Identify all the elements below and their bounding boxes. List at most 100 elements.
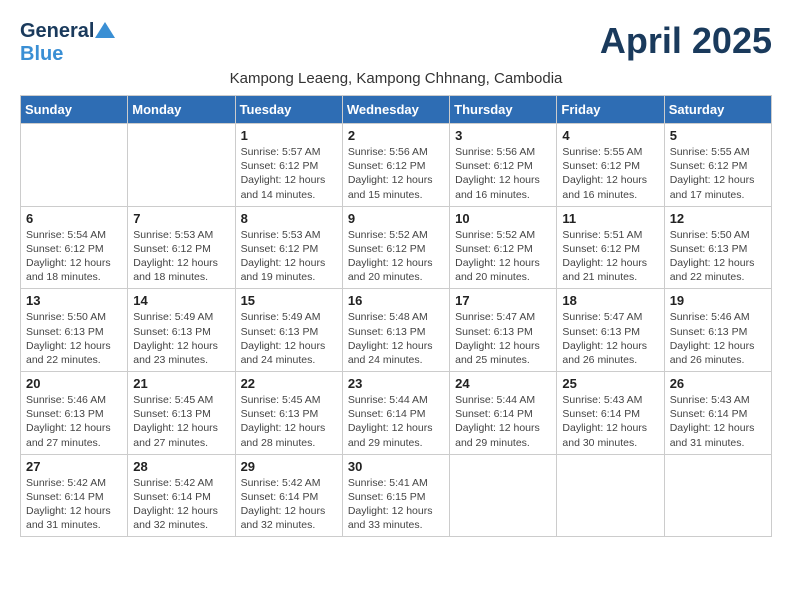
day-info: Sunrise: 5:49 AM Sunset: 6:13 PM Dayligh… (133, 310, 229, 367)
day-info: Sunrise: 5:45 AM Sunset: 6:13 PM Dayligh… (133, 393, 229, 450)
day-info: Sunrise: 5:46 AM Sunset: 6:13 PM Dayligh… (670, 310, 766, 367)
day-number: 18 (562, 293, 658, 308)
calendar-week-5: 27 Sunrise: 5:42 AM Sunset: 6:14 PM Dayli… (21, 454, 772, 537)
day-number: 7 (133, 211, 229, 226)
calendar-day-cell: 17 Sunrise: 5:47 AM Sunset: 6:13 PM Dayli… (450, 289, 557, 372)
day-number: 24 (455, 376, 551, 391)
calendar-day-cell: 1 Sunrise: 5:57 AM Sunset: 6:12 PM Daylig… (235, 124, 342, 207)
weekday-header-row: SundayMondayTuesdayWednesdayThursdayFrid… (21, 96, 772, 124)
calendar-week-4: 20 Sunrise: 5:46 AM Sunset: 6:13 PM Dayli… (21, 372, 772, 455)
day-info: Sunrise: 5:44 AM Sunset: 6:14 PM Dayligh… (348, 393, 444, 450)
logo: General Blue (20, 20, 115, 66)
page-header: General Blue April 2025 (20, 20, 772, 66)
day-number: 25 (562, 376, 658, 391)
day-info: Sunrise: 5:45 AM Sunset: 6:13 PM Dayligh… (241, 393, 337, 450)
day-info: Sunrise: 5:50 AM Sunset: 6:13 PM Dayligh… (26, 310, 122, 367)
calendar-day-cell (450, 454, 557, 537)
day-number: 21 (133, 376, 229, 391)
day-info: Sunrise: 5:43 AM Sunset: 6:14 PM Dayligh… (670, 393, 766, 450)
weekday-header-monday: Monday (128, 96, 235, 124)
day-number: 2 (348, 128, 444, 143)
day-number: 28 (133, 459, 229, 474)
day-info: Sunrise: 5:42 AM Sunset: 6:14 PM Dayligh… (133, 476, 229, 533)
day-number: 16 (348, 293, 444, 308)
day-number: 14 (133, 293, 229, 308)
calendar-day-cell: 9Sunrise: 5:52 AM Sunset: 6:12 PM Daylig… (342, 206, 449, 289)
calendar-day-cell: 22 Sunrise: 5:45 AM Sunset: 6:13 PM Dayli… (235, 372, 342, 455)
calendar-day-cell: 11 Sunrise: 5:51 AM Sunset: 6:12 PM Dayli… (557, 206, 664, 289)
weekday-header-tuesday: Tuesday (235, 96, 342, 124)
calendar-week-3: 13 Sunrise: 5:50 AM Sunset: 6:13 PM Dayli… (21, 289, 772, 372)
day-number: 13 (26, 293, 122, 308)
day-info: Sunrise: 5:56 AM Sunset: 6:12 PM Dayligh… (348, 145, 444, 202)
calendar-day-cell: 6 Sunrise: 5:54 AM Sunset: 6:12 PM Daylig… (21, 206, 128, 289)
day-info: Sunrise: 5:44 AM Sunset: 6:14 PM Dayligh… (455, 393, 551, 450)
day-number: 17 (455, 293, 551, 308)
calendar-day-cell: 21 Sunrise: 5:45 AM Sunset: 6:13 PM Dayli… (128, 372, 235, 455)
logo-icon (95, 20, 115, 40)
calendar-day-cell: 27 Sunrise: 5:42 AM Sunset: 6:14 PM Dayli… (21, 454, 128, 537)
calendar-subtitle: Kampong Leaeng, Kampong Chhnang, Cambodi… (20, 70, 772, 87)
calendar-day-cell: 3 Sunrise: 5:56 AM Sunset: 6:12 PM Daylig… (450, 124, 557, 207)
calendar-day-cell (557, 454, 664, 537)
day-info: Sunrise: 5:42 AM Sunset: 6:14 PM Dayligh… (241, 476, 337, 533)
weekday-header-friday: Friday (557, 96, 664, 124)
day-info: Sunrise: 5:47 AM Sunset: 6:13 PM Dayligh… (455, 310, 551, 367)
calendar-week-2: 6 Sunrise: 5:54 AM Sunset: 6:12 PM Daylig… (21, 206, 772, 289)
calendar-day-cell: 24 Sunrise: 5:44 AM Sunset: 6:14 PM Dayli… (450, 372, 557, 455)
day-info: Sunrise: 5:43 AM Sunset: 6:14 PM Dayligh… (562, 393, 658, 450)
day-info: Sunrise: 5:50 AM Sunset: 6:13 PM Dayligh… (670, 228, 766, 285)
day-number: 5 (670, 128, 766, 143)
weekday-header-sunday: Sunday (21, 96, 128, 124)
day-number: 27 (26, 459, 122, 474)
calendar-week-1: 1 Sunrise: 5:57 AM Sunset: 6:12 PM Daylig… (21, 124, 772, 207)
calendar-day-cell: 23 Sunrise: 5:44 AM Sunset: 6:14 PM Dayli… (342, 372, 449, 455)
month-title: April 2025 (600, 20, 772, 62)
day-info: Sunrise: 5:55 AM Sunset: 6:12 PM Dayligh… (670, 145, 766, 202)
day-info: Sunrise: 5:46 AM Sunset: 6:13 PM Dayligh… (26, 393, 122, 450)
day-number: 22 (241, 376, 337, 391)
day-number: 30 (348, 459, 444, 474)
calendar-day-cell: 30Sunrise: 5:41 AM Sunset: 6:15 PM Dayli… (342, 454, 449, 537)
day-number: 4 (562, 128, 658, 143)
weekday-header-saturday: Saturday (664, 96, 771, 124)
day-number: 20 (26, 376, 122, 391)
day-number: 26 (670, 376, 766, 391)
day-info: Sunrise: 5:51 AM Sunset: 6:12 PM Dayligh… (562, 228, 658, 285)
day-info: Sunrise: 5:56 AM Sunset: 6:12 PM Dayligh… (455, 145, 551, 202)
day-info: Sunrise: 5:49 AM Sunset: 6:13 PM Dayligh… (241, 310, 337, 367)
day-number: 29 (241, 459, 337, 474)
day-number: 15 (241, 293, 337, 308)
day-number: 23 (348, 376, 444, 391)
day-number: 11 (562, 211, 658, 226)
calendar-day-cell: 12 Sunrise: 5:50 AM Sunset: 6:13 PM Dayli… (664, 206, 771, 289)
day-number: 19 (670, 293, 766, 308)
day-info: Sunrise: 5:53 AM Sunset: 6:12 PM Dayligh… (133, 228, 229, 285)
day-info: Sunrise: 5:54 AM Sunset: 6:12 PM Dayligh… (26, 228, 122, 285)
day-info: Sunrise: 5:47 AM Sunset: 6:13 PM Dayligh… (562, 310, 658, 367)
day-number: 6 (26, 211, 122, 226)
day-info: Sunrise: 5:42 AM Sunset: 6:14 PM Dayligh… (26, 476, 122, 533)
day-number: 12 (670, 211, 766, 226)
calendar-day-cell: 13 Sunrise: 5:50 AM Sunset: 6:13 PM Dayli… (21, 289, 128, 372)
day-info: Sunrise: 5:55 AM Sunset: 6:12 PM Dayligh… (562, 145, 658, 202)
day-info: Sunrise: 5:53 AM Sunset: 6:12 PM Dayligh… (241, 228, 337, 285)
calendar-day-cell: 29 Sunrise: 5:42 AM Sunset: 6:14 PM Dayli… (235, 454, 342, 537)
day-info: Sunrise: 5:52 AM Sunset: 6:12 PM Dayligh… (455, 228, 551, 285)
calendar-day-cell (664, 454, 771, 537)
calendar-day-cell: 7 Sunrise: 5:53 AM Sunset: 6:12 PM Daylig… (128, 206, 235, 289)
calendar-day-cell: 15 Sunrise: 5:49 AM Sunset: 6:13 PM Dayli… (235, 289, 342, 372)
day-number: 1 (241, 128, 337, 143)
calendar-day-cell: 20 Sunrise: 5:46 AM Sunset: 6:13 PM Dayli… (21, 372, 128, 455)
calendar-day-cell: 14 Sunrise: 5:49 AM Sunset: 6:13 PM Dayli… (128, 289, 235, 372)
calendar-day-cell: 25 Sunrise: 5:43 AM Sunset: 6:14 PM Dayli… (557, 372, 664, 455)
calendar-day-cell (21, 124, 128, 207)
logo-blue-text: Blue (20, 43, 63, 65)
day-number: 3 (455, 128, 551, 143)
day-number: 9 (348, 211, 444, 226)
day-info: Sunrise: 5:57 AM Sunset: 6:12 PM Dayligh… (241, 145, 337, 202)
calendar-day-cell: 18 Sunrise: 5:47 AM Sunset: 6:13 PM Dayli… (557, 289, 664, 372)
calendar-day-cell: 28 Sunrise: 5:42 AM Sunset: 6:14 PM Dayli… (128, 454, 235, 537)
calendar-table: SundayMondayTuesdayWednesdayThursdayFrid… (20, 95, 772, 537)
calendar-day-cell (128, 124, 235, 207)
